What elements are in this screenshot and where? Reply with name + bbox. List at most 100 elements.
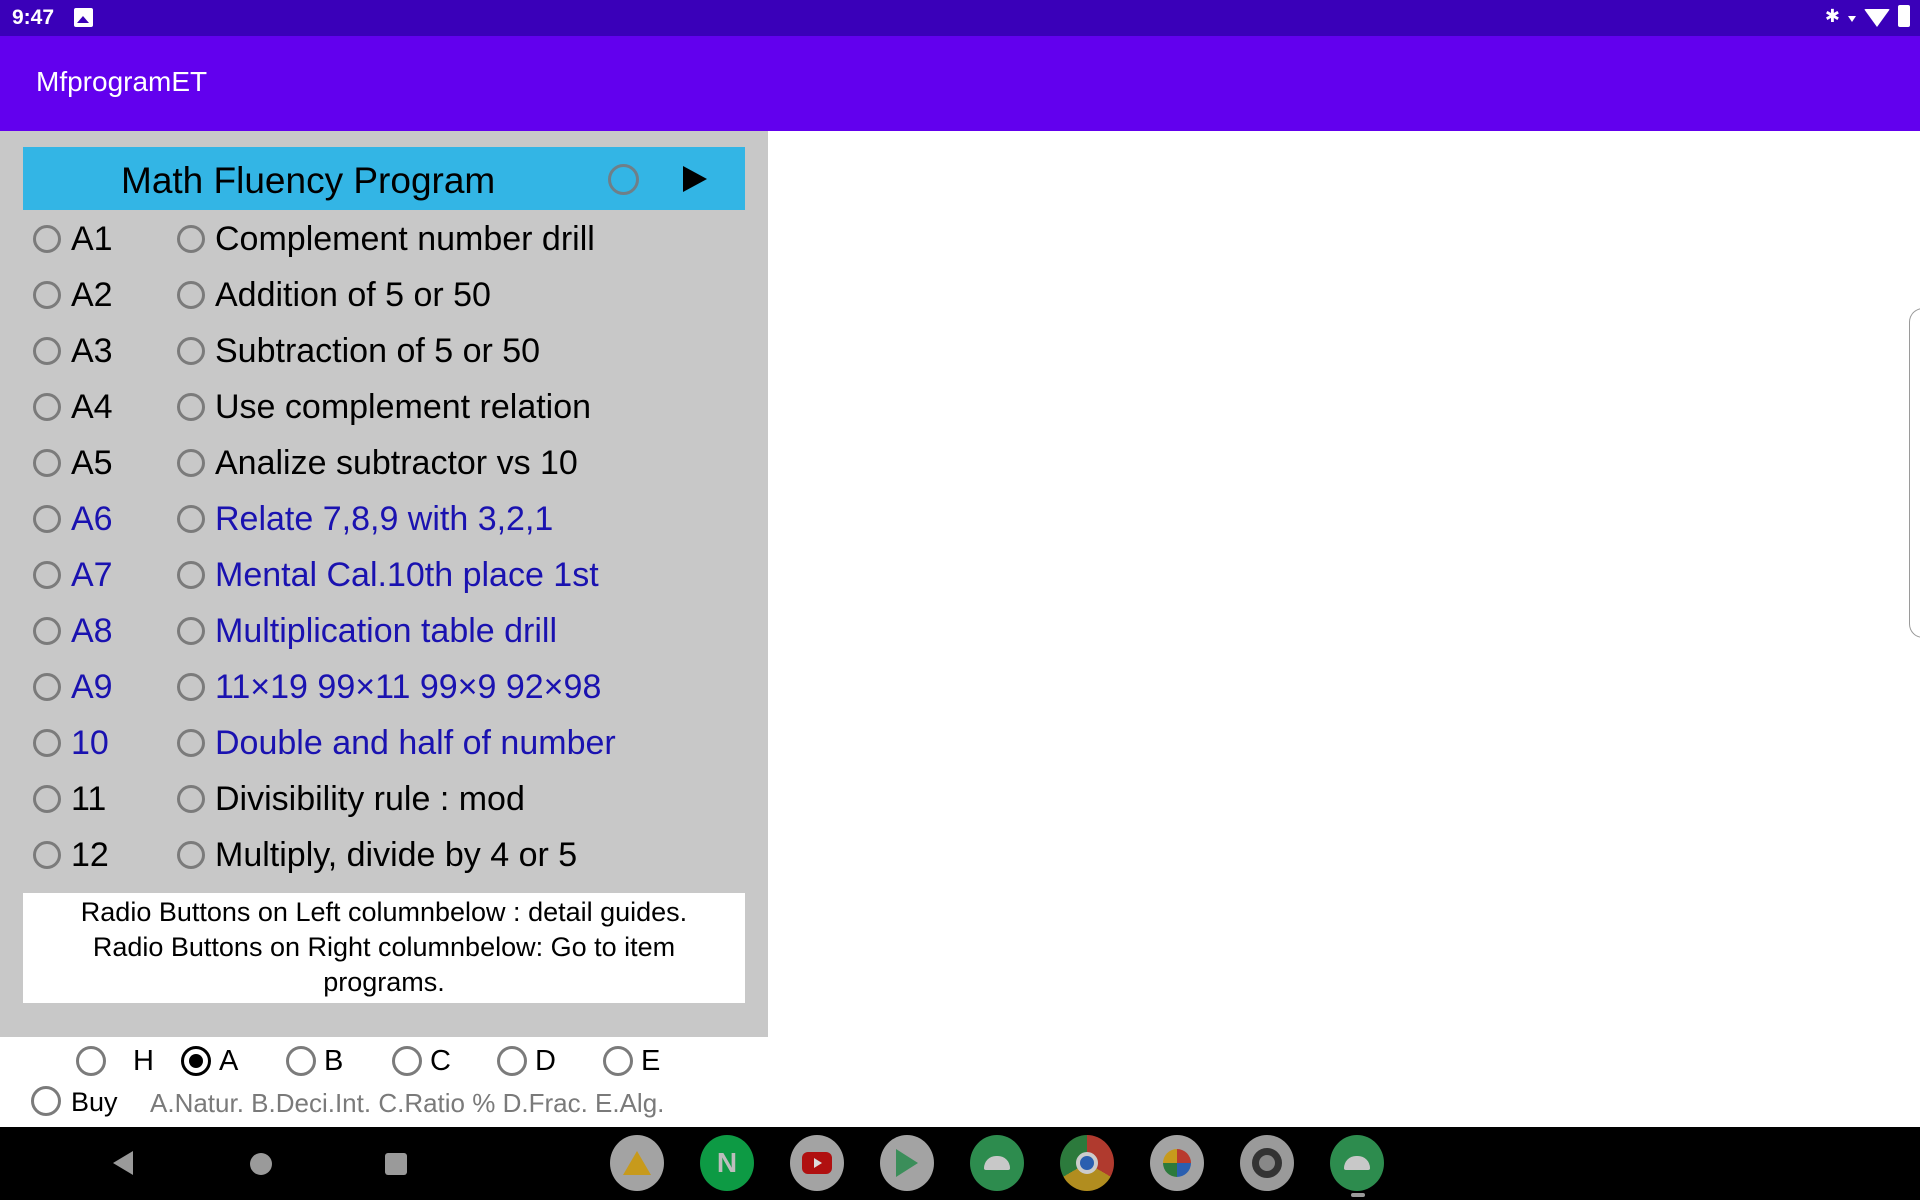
guide-radio[interactable]: [33, 729, 61, 757]
item-code: A2: [71, 276, 113, 314]
list-item: A4 Use complement relation: [0, 379, 768, 435]
play-store-app-icon[interactable]: [880, 1135, 934, 1191]
item-name: Double and half of number: [215, 724, 616, 762]
list-item: A8 Multiplication table drill: [0, 603, 768, 659]
recents-icon[interactable]: [385, 1153, 407, 1175]
program-radio[interactable]: [177, 505, 205, 533]
guide-radio[interactable]: [33, 281, 61, 309]
item-code: 12: [71, 836, 109, 874]
play-icon[interactable]: [683, 166, 707, 192]
guide-radio[interactable]: [33, 225, 61, 253]
guide-radio[interactable]: [33, 617, 61, 645]
guide-radio[interactable]: [33, 785, 61, 813]
program-radio[interactable]: [177, 337, 205, 365]
status-bar: 9:47 ✱: [0, 0, 1920, 36]
item-code: A1: [71, 220, 113, 258]
list-item: A2 Addition of 5 or 50: [0, 267, 768, 323]
list-item: A3 Subtraction of 5 or 50: [0, 323, 768, 379]
item-name: 11×19 99×11 99×9 92×98: [215, 668, 602, 706]
item-name: Complement number drill: [215, 220, 595, 258]
guide-radio[interactable]: [33, 337, 61, 365]
item-name: Relate 7,8,9 with 3,2,1: [215, 500, 554, 538]
item-name: Use complement relation: [215, 388, 592, 426]
instructions-line: Radio Buttons on Left columnbelow : deta…: [80, 897, 688, 927]
app-title: MfprogramET: [36, 66, 208, 97]
app-bar: MfprogramET: [0, 36, 1920, 131]
level-radio-e[interactable]: [603, 1046, 633, 1076]
program-radio[interactable]: [177, 393, 205, 421]
level-label-c: C: [430, 1045, 451, 1077]
guide-radio[interactable]: [33, 393, 61, 421]
battery-icon: [1898, 5, 1910, 27]
image-notification-icon: [74, 8, 93, 27]
program-radio[interactable]: [177, 785, 205, 813]
level-radio-h[interactable]: [76, 1046, 106, 1076]
item-name: Multiplication table drill: [215, 612, 558, 650]
buy-radio[interactable]: [31, 1086, 61, 1116]
header-radio[interactable]: [608, 164, 639, 195]
item-name: Addition of 5 or 50: [215, 276, 491, 314]
list-item: A5 Analize subtractor vs 10: [0, 435, 768, 491]
level-selector: H A B C D E Buy A.Natur. B.Deci.Int. C.R…: [0, 1037, 1920, 1127]
item-code: A3: [71, 332, 113, 370]
back-icon[interactable]: [113, 1151, 133, 1175]
instructions-box: Radio Buttons on Left columnbelow : deta…: [23, 893, 745, 1003]
program-radio[interactable]: [177, 561, 205, 589]
level-radio-d[interactable]: [497, 1046, 527, 1076]
program-radio[interactable]: [177, 617, 205, 645]
item-code: 11: [71, 780, 107, 818]
navigation-bar: N: [0, 1127, 1920, 1200]
list-item: 10 Double and half of number: [0, 715, 768, 771]
guide-radio[interactable]: [33, 505, 61, 533]
item-code: 10: [71, 724, 109, 762]
android-app-icon[interactable]: [970, 1135, 1024, 1191]
settings-gear-icon[interactable]: [1240, 1135, 1294, 1191]
drive-app-icon[interactable]: [610, 1135, 664, 1191]
level-label-e: E: [641, 1045, 661, 1077]
level-radio-b[interactable]: [286, 1046, 316, 1076]
program-title: Math Fluency Program: [121, 160, 496, 201]
guide-radio[interactable]: [33, 449, 61, 477]
program-radio[interactable]: [177, 225, 205, 253]
program-radio[interactable]: [177, 841, 205, 869]
item-code: A9: [71, 668, 113, 706]
edge-panel-handle[interactable]: [1909, 308, 1920, 638]
item-name: Mental Cal.10th place 1st: [215, 556, 599, 594]
level-radio-a[interactable]: [181, 1046, 211, 1076]
item-name: Multiply, divide by 4 or 5: [215, 836, 578, 874]
level-label-b: B: [324, 1045, 344, 1077]
chrome-app-icon[interactable]: [1060, 1135, 1114, 1191]
program-radio[interactable]: [177, 281, 205, 309]
list-item: A6 Relate 7,8,9 with 3,2,1: [0, 491, 768, 547]
running-app-indicator: [1351, 1193, 1365, 1197]
list-item: 11 Divisibility rule : mod: [0, 771, 768, 827]
program-radio[interactable]: [177, 729, 205, 757]
android-app-icon[interactable]: [1330, 1135, 1384, 1191]
system-icons: ✱: [1825, 5, 1910, 27]
program-header: Math Fluency Program: [23, 147, 745, 210]
signal-arrow-icon: [1848, 16, 1856, 22]
photos-app-icon[interactable]: [1150, 1135, 1204, 1191]
program-list: A1 Complement number drill A2 Addition o…: [0, 211, 768, 883]
wifi-icon: [1864, 9, 1890, 27]
program-panel: Math Fluency Program A1 Complement numbe…: [0, 131, 768, 1037]
guide-radio[interactable]: [33, 561, 61, 589]
program-radio[interactable]: [177, 673, 205, 701]
naver-app-icon[interactable]: N: [700, 1135, 754, 1191]
list-item: A1 Complement number drill: [0, 211, 768, 267]
item-code: A8: [71, 612, 113, 650]
list-item: A7 Mental Cal.10th place 1st: [0, 547, 768, 603]
program-radio[interactable]: [177, 449, 205, 477]
list-item: A9 11×19 99×11 99×9 92×98: [0, 659, 768, 715]
guide-radio[interactable]: [33, 841, 61, 869]
item-name: Analize subtractor vs 10: [215, 444, 578, 482]
guide-radio[interactable]: [33, 673, 61, 701]
app-dock: N: [610, 1135, 1384, 1191]
list-item: 12 Multiply, divide by 4 or 5: [0, 827, 768, 883]
level-radio-c[interactable]: [392, 1046, 422, 1076]
item-name: Divisibility rule : mod: [215, 780, 525, 818]
youtube-app-icon[interactable]: [790, 1135, 844, 1191]
home-icon[interactable]: [250, 1153, 272, 1175]
level-legend: A.Natur. B.Deci.Int. C.Ratio % D.Frac. E…: [150, 1088, 665, 1118]
item-code: A5: [71, 444, 113, 482]
